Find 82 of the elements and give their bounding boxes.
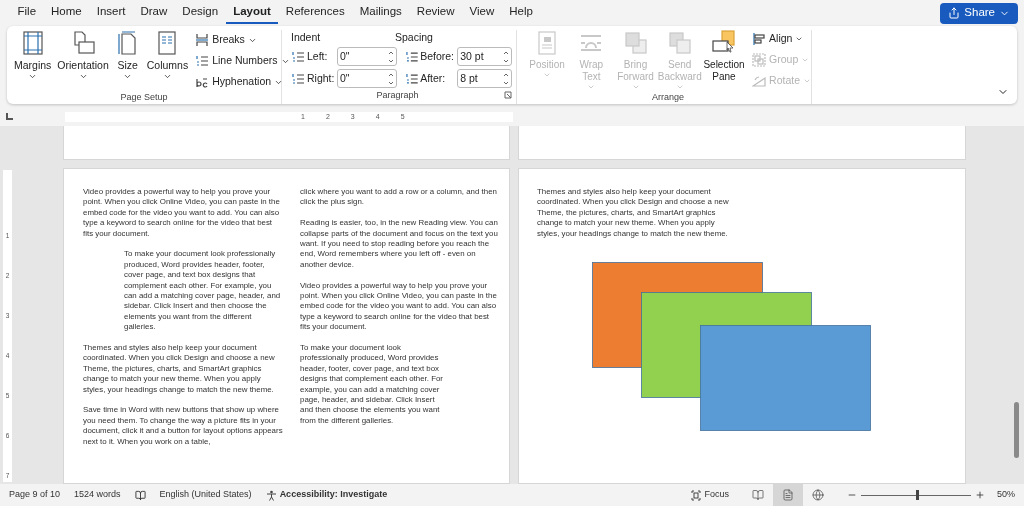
line-numbers-icon bbox=[404, 49, 419, 64]
ribbon-small-button[interactable]: Align bbox=[752, 30, 812, 48]
spinner-arrows-icon bbox=[503, 71, 509, 86]
ribbon-tab[interactable]: File bbox=[10, 2, 44, 24]
word-count[interactable]: 1524 words bbox=[74, 488, 121, 502]
group-label: Paragraph bbox=[376, 88, 419, 102]
spin-field[interactable]: 0" bbox=[337, 69, 397, 88]
zoom-level[interactable]: 50% bbox=[997, 488, 1015, 502]
spinner-arrows-icon bbox=[388, 49, 394, 64]
print-view-button[interactable] bbox=[773, 484, 803, 506]
ribbon-tab[interactable]: Draw bbox=[133, 2, 175, 24]
share-icon bbox=[948, 7, 961, 19]
rectangle-shape[interactable] bbox=[700, 325, 871, 431]
hyphenation-icon bbox=[195, 75, 210, 89]
ribbon-tab[interactable]: References bbox=[278, 2, 353, 24]
dialog-launcher-icon bbox=[504, 91, 512, 100]
ribbon-large-button[interactable]: Size bbox=[111, 30, 144, 91]
field-label: Right: bbox=[307, 70, 335, 86]
share-button[interactable]: Share bbox=[940, 2, 1018, 24]
ribbon-small-button[interactable]: Breaks bbox=[195, 31, 290, 49]
ribbon-tab[interactable]: Help bbox=[501, 2, 541, 24]
group-label: Arrange bbox=[652, 91, 684, 104]
ribbon-tab[interactable]: Review bbox=[409, 2, 463, 24]
caret-icon bbox=[78, 72, 88, 81]
section-label: Indent bbox=[291, 30, 322, 44]
read-view-icon bbox=[752, 489, 764, 501]
caret-icon bbox=[631, 83, 640, 91]
group-icon bbox=[752, 53, 767, 67]
caret-icon bbox=[123, 72, 133, 81]
align-icon bbox=[752, 32, 767, 46]
line-numbers-icon bbox=[404, 71, 419, 86]
ribbon-large-button[interactable]: Selection Pane bbox=[701, 30, 747, 91]
field-label: Before: bbox=[420, 48, 455, 64]
tab-selector-icon bbox=[5, 113, 15, 121]
page-count[interactable]: Page 9 of 10 bbox=[9, 488, 61, 502]
ribbon-tab[interactable]: Design bbox=[174, 2, 226, 24]
spin-field[interactable]: 0" bbox=[337, 47, 397, 66]
caret-icon bbox=[803, 77, 812, 85]
print-view-icon bbox=[782, 489, 794, 501]
line-numbers-icon bbox=[195, 54, 210, 68]
caret-icon bbox=[543, 71, 552, 79]
focus-button[interactable]: Focus bbox=[691, 488, 729, 502]
focus-icon bbox=[691, 489, 702, 501]
ribbon-small-button[interactable]: Hyphenation bbox=[195, 73, 290, 91]
ribbon-tab[interactable]: Mailings bbox=[352, 2, 410, 24]
caret-icon bbox=[795, 35, 804, 43]
line-numbers-icon bbox=[291, 71, 305, 86]
spinner-arrows-icon bbox=[503, 49, 509, 64]
ribbon-large-button[interactable]: Margins bbox=[11, 30, 55, 91]
breaks-icon bbox=[195, 33, 210, 47]
ribbon-tab[interactable]: View bbox=[462, 2, 502, 24]
zoom-slider[interactable] bbox=[861, 490, 971, 500]
bring-forward-icon bbox=[622, 30, 649, 56]
send-backward-icon bbox=[666, 30, 693, 56]
ribbon-tab[interactable]: Insert bbox=[89, 2, 133, 24]
group-label: Page Setup bbox=[120, 91, 168, 104]
ribbon-large-button[interactable]: Columns bbox=[143, 30, 192, 91]
spinner-arrows-icon bbox=[388, 71, 394, 86]
proofing-book-icon bbox=[134, 489, 146, 501]
ribbon-tab[interactable]: Home bbox=[43, 2, 90, 24]
ribbon-small-button[interactable]: Line Numbers bbox=[195, 52, 290, 70]
accessibility-button[interactable]: Accessibility: Investigate bbox=[265, 488, 388, 502]
section-label: Spacing bbox=[395, 30, 433, 44]
caret-icon bbox=[587, 83, 596, 91]
language-indicator[interactable]: English (United States) bbox=[159, 488, 252, 502]
line-numbers-icon bbox=[291, 49, 305, 64]
rotate-icon bbox=[752, 74, 767, 88]
web-view-icon bbox=[812, 489, 824, 501]
zoom-in-icon bbox=[975, 490, 985, 500]
caret-icon bbox=[162, 72, 172, 81]
field-label: After: bbox=[420, 70, 447, 86]
caret-icon bbox=[801, 56, 810, 64]
ribbon-large-button[interactable]: Orientation bbox=[54, 30, 112, 91]
spin-field[interactable]: 30 pt bbox=[457, 47, 512, 66]
accessibility-icon bbox=[265, 489, 277, 501]
caret-icon bbox=[675, 83, 684, 91]
selection-pane-icon bbox=[711, 30, 737, 56]
ribbon-tab[interactable]: Layout bbox=[225, 2, 279, 24]
spin-field[interactable]: 8 pt bbox=[457, 69, 512, 88]
caret-icon bbox=[28, 72, 38, 81]
scrollbar-thumb[interactable] bbox=[1014, 402, 1019, 458]
field-label: Left: bbox=[307, 48, 329, 64]
